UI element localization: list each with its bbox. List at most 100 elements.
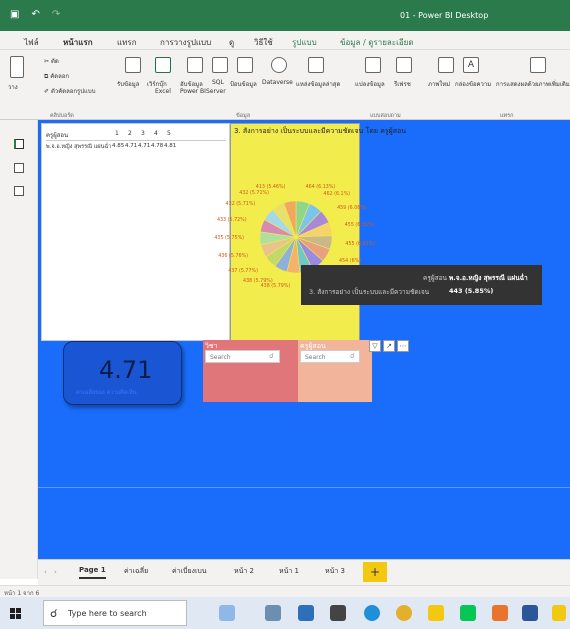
new-visual-icon[interactable] (438, 57, 454, 73)
datahub-icon[interactable] (187, 57, 203, 73)
pie-data-label: 455 (6.01%) (345, 241, 376, 247)
pie-chart-svg (259, 200, 333, 274)
windows-start-icon[interactable] (10, 608, 21, 619)
tab-modeling[interactable]: การวางรูปแบบ (160, 36, 211, 49)
page-tab-1[interactable]: Page 1 (79, 566, 106, 579)
teacher-slicer[interactable]: ครูผู้สอน Search ☌ (298, 340, 372, 402)
tooltip-key-1: ครูผู้สอน (423, 274, 447, 282)
excel-icon[interactable] (155, 57, 171, 73)
page-tab-2[interactable]: ค่าเฉลี่ย (124, 566, 148, 577)
table-cell-1: 4.85 (112, 143, 125, 149)
textbox-icon[interactable]: A (463, 57, 479, 73)
kpi-card[interactable]: 4.71 ค่าเฉลี่ยของ ความคิดเห็น (63, 341, 182, 405)
word-icon[interactable] (522, 605, 538, 621)
sql-server-icon[interactable] (212, 57, 228, 73)
save-icon[interactable]: ▣ (10, 9, 19, 20)
tab-data-drill[interactable]: ข้อมูล / ดูรายละเอียด (340, 36, 414, 49)
recent-sources-label[interactable]: แหล่งข้อมูลล่าสุด (296, 79, 340, 89)
tab-help[interactable]: วิธีใช้ (254, 36, 273, 49)
pie-data-label: 432 (5.71%) (225, 202, 256, 208)
tab-format[interactable]: รูปแบบ (292, 36, 317, 49)
enter-data-label[interactable]: ป้อนข้อมูล (230, 79, 257, 89)
format-painter-label: ตัวคัดลอกรูปแบบ (50, 88, 96, 95)
power-bi-icon[interactable] (552, 605, 566, 621)
copy-button[interactable]: ⧉ คัดลอก (44, 71, 69, 81)
weather-icon[interactable] (219, 605, 235, 621)
sql-label-2[interactable]: Server (206, 88, 226, 95)
data-view-icon[interactable] (14, 163, 24, 173)
powerpoint-icon[interactable] (492, 605, 508, 621)
taskbar-search[interactable]: ☌ Type here to search (43, 600, 187, 626)
table-cell-teacher: พ.จ.อ.หญิง สุพรรณี แผ่นฉ่ำ (46, 144, 112, 150)
tab-view[interactable]: ดู (229, 36, 234, 49)
table-divider (46, 140, 226, 141)
page-tab-3[interactable]: ค่าเบี่ยงเบน (172, 566, 207, 577)
shield-app-icon[interactable] (330, 605, 346, 621)
tab-file[interactable]: ไฟล์ (24, 36, 39, 49)
table-visual[interactable]: ครูผู้สอน 1 2 3 4 5 พ.จ.อ.หญิง สุพรรณี แ… (41, 123, 230, 341)
insert-group-label: แทรก (500, 113, 514, 119)
new-visual-label[interactable]: ภาพใหม่ (428, 79, 450, 89)
pie-data-label: 437 (5.77%) (228, 268, 258, 274)
undo-icon[interactable]: ↶ (31, 9, 39, 20)
chrome-browser-icon[interactable] (396, 605, 412, 621)
model-view-icon[interactable] (14, 186, 24, 196)
recent-sources-icon[interactable] (308, 57, 324, 73)
page-tab-6[interactable]: หน้า 3 (325, 566, 345, 577)
clipboard-group-label: คลิปบอร์ด (50, 113, 74, 119)
pie-chart-visual[interactable]: 3. สังการอย่าง เป็นระบบและมีความชัดเจน โ… (214, 123, 406, 342)
visual-header-icons: ▽ ↗ ⋯ (369, 340, 409, 352)
pie-data-label: 464 (6.13%) (305, 184, 336, 190)
canvas-guide-line (38, 487, 570, 488)
tab-insert[interactable]: แทรก (117, 36, 137, 49)
line-app-icon[interactable] (460, 605, 476, 621)
paste-label[interactable]: วาง (8, 82, 18, 92)
datahub-label-2[interactable]: Power BI (180, 88, 206, 95)
more-visuals-label[interactable]: การแสดงผลด้วยภาพเพิ่มเติม (496, 79, 570, 89)
format-painter-button[interactable]: ✐ ตัวคัดลอกรูปแบบ (44, 86, 96, 96)
dataverse-icon[interactable] (271, 57, 287, 73)
refresh-label[interactable]: รีเฟรช (394, 79, 411, 89)
pie-data-label: 454 (6%) (339, 259, 362, 265)
windows-taskbar: ☌ Type here to search (0, 597, 570, 629)
pie-data-label: 433 (5.72%) (216, 218, 247, 224)
transform-label[interactable]: แปลงข้อมูล (355, 79, 385, 89)
filter-icon[interactable]: ▽ (369, 340, 381, 352)
page-tabs-bar: ‹ › Page 1 ค่าเฉลี่ย ค่าเบี่ยงเบน หน้า 2… (38, 559, 570, 585)
pie-data-label: 459 (6.06%) (337, 205, 367, 211)
get-data-icon[interactable] (125, 57, 141, 73)
next-page-icon[interactable]: › (54, 568, 57, 576)
sql-label-1[interactable]: SQL (212, 79, 224, 86)
add-page-button[interactable]: + (363, 562, 387, 582)
dataverse-label[interactable]: Dataverse (262, 79, 293, 86)
redo-icon[interactable]: ↷ (52, 9, 60, 20)
more-options-icon[interactable]: ⋯ (397, 340, 409, 352)
cut-label: ตัด (50, 58, 59, 65)
get-data-label[interactable]: รับข้อมูล (117, 79, 139, 89)
table-header-2: 2 (128, 130, 132, 137)
camera-app-icon[interactable] (265, 605, 281, 621)
refresh-icon[interactable] (396, 57, 412, 73)
cut-button[interactable]: ✂ ตัด (44, 56, 59, 66)
focus-mode-icon[interactable]: ↗ (383, 340, 395, 352)
page-tab-5[interactable]: หน้า 1 (279, 566, 299, 577)
file-explorer-icon[interactable] (428, 605, 444, 621)
pie-data-label: 413 (5.46%) (255, 184, 286, 190)
transform-data-icon[interactable] (365, 57, 381, 73)
table-header-teacher: ครูผู้สอน (46, 132, 69, 139)
paste-icon[interactable] (10, 56, 24, 78)
quick-access-toolbar: ▣ ↶ ↷ (10, 9, 60, 20)
report-view-icon[interactable] (14, 139, 24, 149)
enter-data-icon[interactable] (237, 57, 253, 73)
page-tab-4[interactable]: หน้า 2 (234, 566, 254, 577)
textbox-label[interactable]: กล่องข้อความ (455, 79, 491, 89)
more-visuals-icon[interactable] (530, 57, 546, 73)
subject-slicer[interactable]: วิชา Search ☌ (203, 340, 298, 402)
pie-data-label: 455 (6.01%) (344, 222, 375, 228)
excel-label-2[interactable]: Excel (155, 88, 171, 95)
tooltip-key-2: 3. สังการอย่าง เป็นระบบและมีความชัดเจน (309, 288, 430, 296)
taskbar-search-placeholder: Type here to search (68, 609, 147, 618)
prev-page-icon[interactable]: ‹ (44, 568, 47, 576)
learning-app-icon[interactable] (298, 605, 314, 621)
edge-browser-icon[interactable] (364, 605, 380, 621)
